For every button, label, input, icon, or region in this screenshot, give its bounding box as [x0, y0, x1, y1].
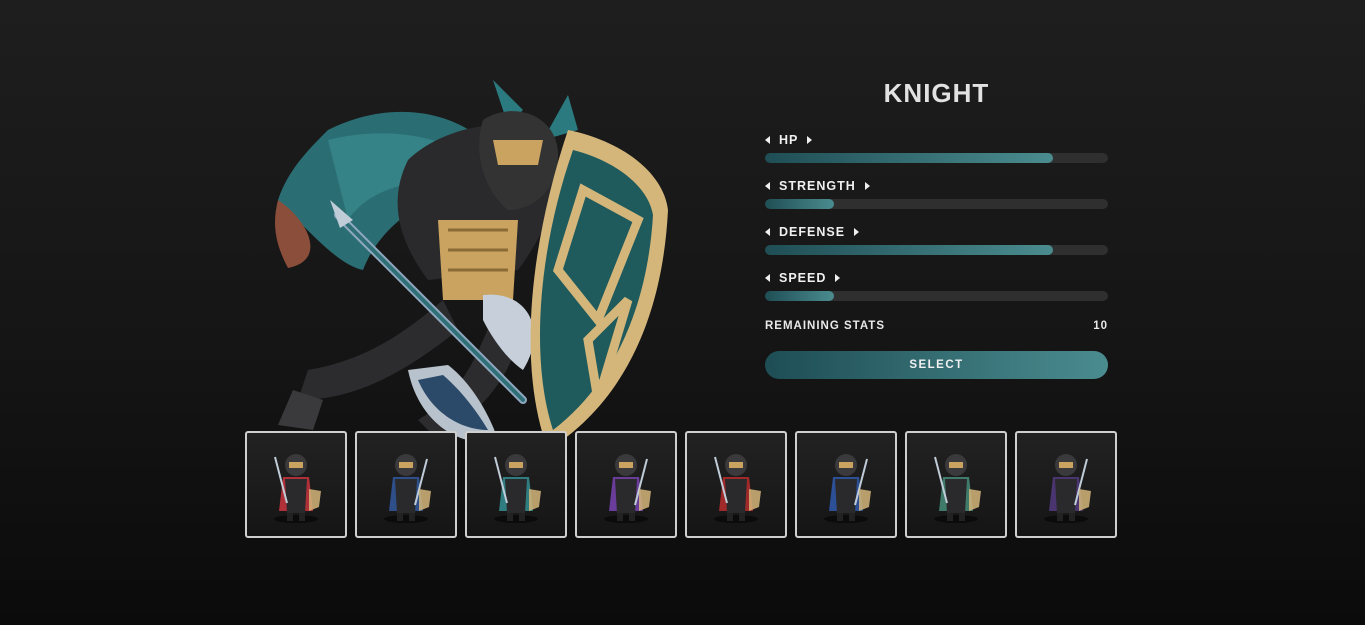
decrease-hp-arrow-icon[interactable]	[765, 136, 770, 144]
character-card[interactable]	[465, 431, 567, 538]
red-mage-icon	[714, 454, 761, 523]
stat-strength: STRENGTH	[765, 178, 1108, 224]
rogue-icon	[1044, 454, 1091, 523]
increase-defense-arrow-icon[interactable]	[854, 228, 860, 236]
blue-mage-icon	[824, 454, 871, 523]
knight-icon	[494, 454, 541, 523]
character-roster	[245, 431, 1117, 538]
increase-hp-arrow-icon[interactable]	[807, 136, 813, 144]
increase-speed-arrow-icon[interactable]	[835, 274, 841, 282]
defense-bar	[765, 245, 1108, 255]
stat-label: DEFENSE	[779, 225, 846, 239]
lancer-icon	[384, 454, 431, 523]
hp-bar-fill	[765, 153, 1054, 163]
increase-strength-arrow-icon[interactable]	[864, 182, 870, 190]
strength-bar-fill	[765, 199, 834, 209]
character-card[interactable]	[355, 431, 457, 538]
character-card[interactable]	[575, 431, 677, 538]
decrease-speed-arrow-icon[interactable]	[765, 274, 770, 282]
hp-bar	[765, 153, 1108, 163]
character-card[interactable]	[1015, 431, 1117, 538]
speed-bar-fill	[765, 291, 834, 301]
remaining-stats-label: REMAINING STATS	[765, 320, 885, 332]
decrease-strength-arrow-icon[interactable]	[765, 182, 770, 190]
swordsman-icon	[274, 454, 321, 523]
decrease-defense-arrow-icon[interactable]	[765, 228, 770, 236]
stat-label: HP	[779, 133, 799, 147]
remaining-stats-value: 10	[1093, 320, 1108, 332]
stats-panel: KNIGHT HP STRENGTH DEFENSE SPEED REMAINI…	[765, 78, 1108, 379]
character-card[interactable]	[795, 431, 897, 538]
stat-defense: DEFENSE	[765, 224, 1108, 270]
archer-icon	[604, 454, 651, 523]
character-card[interactable]	[685, 431, 787, 538]
select-button[interactable]: SELECT	[765, 351, 1108, 379]
character-card[interactable]	[245, 431, 347, 538]
stat-label: STRENGTH	[779, 179, 856, 193]
speed-bar	[765, 291, 1108, 301]
remaining-stats: REMAINING STATS 10	[765, 318, 1108, 334]
strength-bar	[765, 199, 1108, 209]
stat-speed: SPEED	[765, 270, 1108, 316]
stat-hp: HP	[765, 132, 1108, 178]
paladin-icon	[934, 454, 981, 523]
defense-bar-fill	[765, 245, 1054, 255]
character-card[interactable]	[905, 431, 1007, 538]
class-title: KNIGHT	[883, 78, 990, 108]
stat-label: SPEED	[779, 271, 827, 285]
